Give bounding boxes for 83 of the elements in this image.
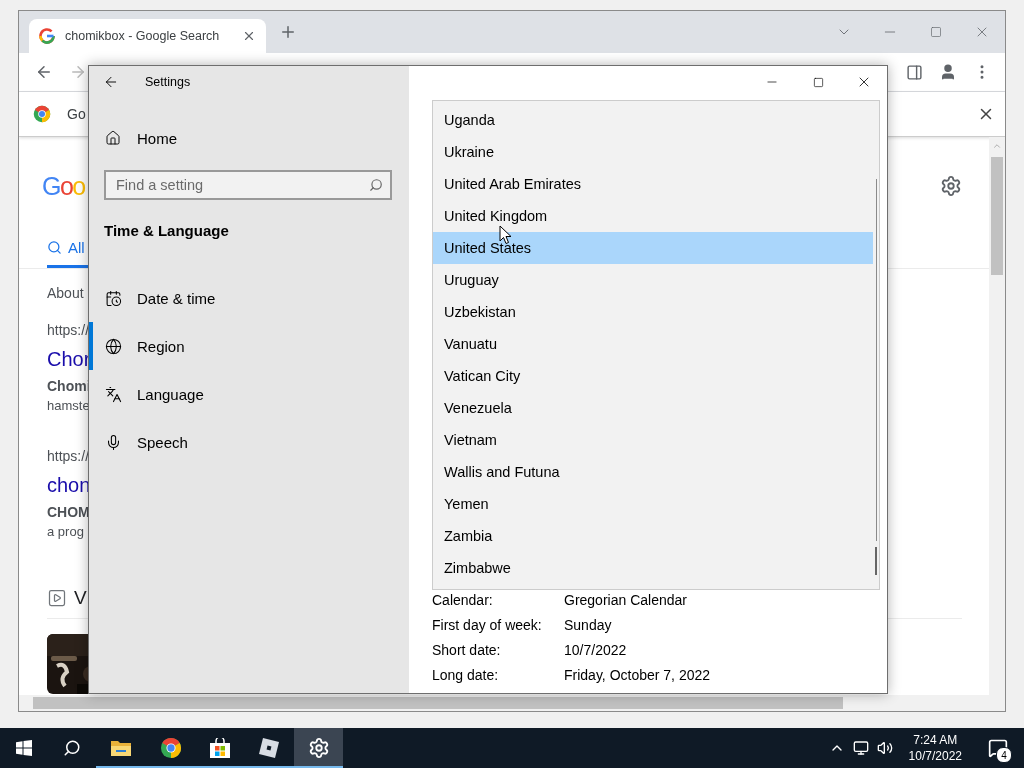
country-option[interactable]: Vatican City — [433, 360, 873, 392]
google-logo: Goo — [42, 171, 85, 202]
country-option[interactable]: Wallis and Futuna — [433, 456, 873, 488]
home-icon — [105, 130, 121, 146]
format-label: Long date: — [432, 666, 500, 683]
notification-button[interactable]: 4 — [978, 728, 1018, 768]
home-link[interactable]: Home — [89, 122, 409, 154]
format-label: First day of week: — [432, 616, 543, 633]
new-tab-icon[interactable] — [279, 23, 297, 41]
country-option[interactable]: Ukraine — [433, 136, 873, 168]
gear-icon — [307, 737, 330, 759]
chrome-icon — [33, 105, 51, 123]
clock-date: 10/7/2022 — [908, 748, 962, 764]
country-option[interactable]: Venezuela — [433, 392, 873, 424]
result-stats: About — [47, 284, 84, 302]
scroll-thumb[interactable] — [875, 547, 877, 575]
notification-count: 4 — [996, 747, 1012, 763]
message-icon — [988, 738, 1008, 758]
country-option[interactable]: Vanuatu — [433, 328, 873, 360]
nav-item[interactable]: Speech — [89, 418, 409, 466]
scroll-thumb[interactable] — [991, 157, 1003, 275]
back-icon[interactable] — [35, 63, 53, 81]
tab-title: chomikbox - Google Search — [65, 29, 221, 43]
result-link[interactable]: chon — [47, 472, 91, 498]
search-icon — [47, 240, 62, 255]
country-option[interactable]: Vietnam — [433, 424, 873, 456]
nav-item[interactable]: Date & time — [89, 274, 409, 322]
browser-tab[interactable]: chomikbox - Google Search — [29, 19, 266, 53]
country-option[interactable]: Zambia — [433, 520, 873, 552]
section-heading: Time & Language — [103, 222, 230, 239]
chrome-icon — [160, 737, 182, 759]
search-icon — [369, 178, 383, 192]
search-field[interactable]: Find a setting — [104, 170, 392, 200]
back-icon[interactable] — [103, 74, 119, 90]
country-option[interactable]: United States — [433, 232, 873, 264]
network-icon[interactable] — [852, 740, 869, 756]
result-url: https:// — [47, 447, 90, 465]
infobar-text: Go — [67, 106, 86, 122]
horizontal-scrollbar[interactable] — [19, 695, 1005, 711]
clock-time: 7:24 AM — [913, 732, 958, 748]
country-option[interactable]: United Kingdom — [433, 200, 873, 232]
format-label: Short date: — [432, 641, 502, 658]
videos-heading: V — [74, 587, 87, 609]
format-value: Friday, October 7, 2022 — [564, 666, 712, 683]
scroll-thumb[interactable] — [33, 697, 843, 709]
settings-icon[interactable] — [940, 175, 962, 197]
country-option[interactable]: Uruguay — [433, 264, 873, 296]
calendar-clock-icon — [105, 289, 122, 307]
google-icon — [39, 28, 55, 44]
video-icon — [47, 588, 67, 608]
result-snippet: a prog — [47, 523, 84, 541]
country-option[interactable]: Yemen — [433, 488, 873, 520]
country-option[interactable]: Uzbekistan — [433, 296, 873, 328]
format-value: 10/7/2022 — [564, 641, 628, 658]
folder-icon — [110, 739, 132, 757]
language-icon — [105, 385, 122, 403]
format-label: Calendar: — [432, 591, 494, 608]
result-url: https:// — [47, 321, 90, 339]
microphone-icon — [105, 433, 122, 451]
country-option[interactable]: Zimbabwe — [433, 552, 873, 584]
result-snippet: hamste — [47, 397, 90, 415]
format-value: Sunday — [564, 616, 613, 633]
country-option[interactable]: Uganda — [433, 104, 873, 136]
format-value: Gregorian Calendar — [564, 591, 688, 608]
windows-icon — [16, 740, 32, 756]
side-panel-icon[interactable] — [905, 63, 923, 81]
maximize-icon[interactable] — [812, 76, 824, 88]
result-link[interactable]: Chor — [47, 346, 91, 372]
close-icon[interactable] — [242, 29, 256, 43]
nav-item[interactable]: Language — [89, 370, 409, 418]
window-title: Settings — [145, 75, 191, 89]
profile-icon[interactable] — [939, 63, 957, 81]
search-icon — [63, 739, 81, 757]
vertical-scrollbar[interactable] — [989, 137, 1005, 695]
country-option[interactable]: United Arab Emirates — [433, 168, 873, 200]
nav-item[interactable]: Region — [89, 322, 409, 370]
clock[interactable]: 7:24 AM 10/7/2022 — [900, 732, 970, 764]
volume-icon[interactable] — [876, 740, 893, 756]
taskbar-button[interactable] — [294, 728, 343, 768]
mouse-pointer-icon — [499, 225, 512, 245]
globe-icon — [105, 337, 122, 355]
store-icon — [209, 738, 231, 758]
result-snippet-bold: CHOM — [47, 503, 90, 522]
